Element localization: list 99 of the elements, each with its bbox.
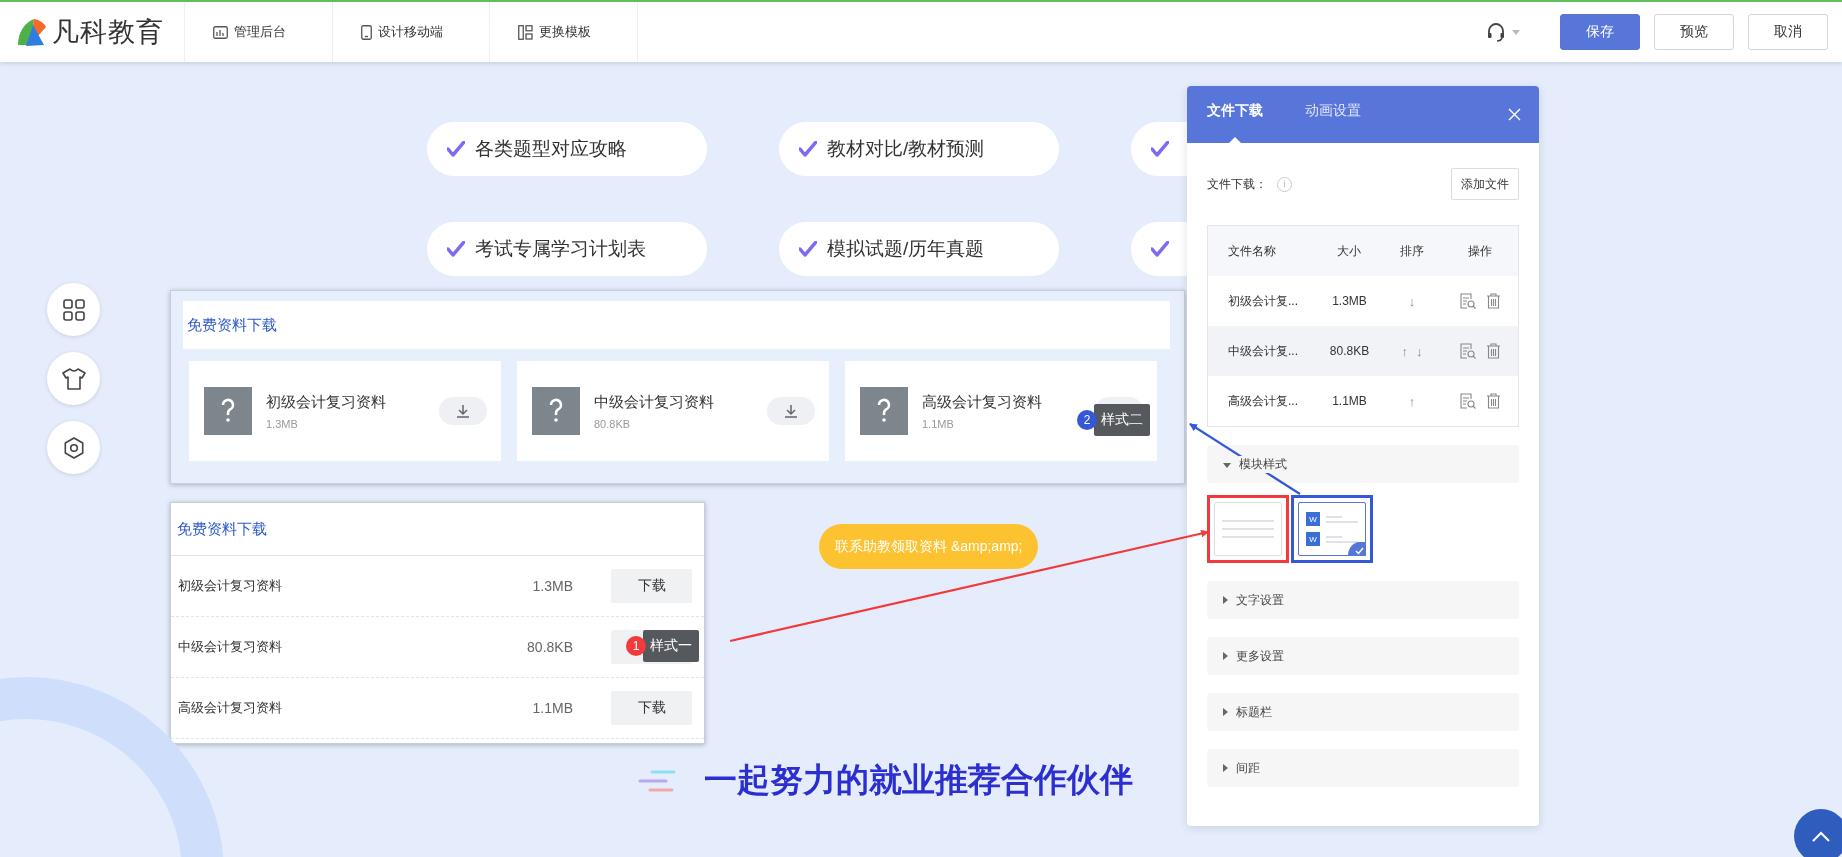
annotation-tooltip: 样式一 bbox=[643, 630, 699, 662]
column-header: 大小 bbox=[1318, 226, 1381, 276]
panel-tab[interactable]: 文件下载 bbox=[1207, 86, 1263, 143]
add-file-button[interactable]: 添加文件 bbox=[1451, 168, 1519, 200]
delete-icon[interactable] bbox=[1486, 293, 1501, 309]
check-icon bbox=[447, 141, 465, 157]
theme-button[interactable] bbox=[47, 352, 100, 405]
lines-decoration-icon bbox=[638, 769, 676, 792]
table-cell-text: 初级会计复... bbox=[1227, 292, 1299, 310]
preview-icon[interactable] bbox=[1460, 343, 1476, 359]
file-size: 80.8KB bbox=[594, 417, 632, 430]
nav-tab[interactable]: 设计移动端 bbox=[333, 2, 490, 62]
feature-text: 教材对比/教材预测 bbox=[827, 137, 985, 161]
feature-text: 模拟试题/历年真题 bbox=[827, 237, 985, 261]
sort-arrow[interactable]: ↑ bbox=[1408, 393, 1416, 409]
grid-icon bbox=[62, 298, 85, 321]
annotation-tooltip: 样式二 bbox=[1094, 404, 1150, 436]
settings-button[interactable] bbox=[47, 421, 100, 474]
table-row[interactable]: 中级会计复... 80.8KB ↑ ↓ bbox=[1208, 326, 1518, 376]
unknown-file-icon bbox=[860, 387, 908, 435]
file-size: 1.1MB bbox=[532, 700, 573, 716]
file-name: 高级会计复习资料 bbox=[178, 699, 283, 717]
download-button[interactable] bbox=[439, 397, 487, 425]
download-icon bbox=[456, 404, 470, 418]
file-size: 1.1MB bbox=[922, 417, 955, 430]
save-button[interactable]: 保存 bbox=[1560, 14, 1640, 50]
dropdown-caret-icon[interactable] bbox=[1512, 29, 1520, 35]
section-header[interactable]: 间距 bbox=[1207, 749, 1519, 787]
delete-icon[interactable] bbox=[1486, 343, 1501, 359]
check-icon bbox=[447, 241, 465, 257]
section-title: 间距 bbox=[1236, 759, 1260, 777]
unknown-file-icon bbox=[204, 387, 252, 435]
table-cell-text: 1.3MB bbox=[1331, 293, 1368, 310]
table-cell-text: 1.1MB bbox=[1331, 393, 1368, 410]
section-heading: 一起努力的就业推荐合作伙伴 bbox=[704, 760, 1133, 800]
section-title: 更多设置 bbox=[1236, 647, 1284, 665]
column-header: 操作 bbox=[1443, 226, 1518, 276]
table-row[interactable]: 初级会计复... 1.3MB ↓ bbox=[1208, 276, 1518, 326]
settings-icon bbox=[62, 436, 85, 459]
check-icon bbox=[799, 141, 817, 157]
feature-text: 各类题型对应攻略 bbox=[475, 137, 627, 161]
check-icon bbox=[1151, 141, 1169, 157]
delete-icon[interactable] bbox=[1486, 393, 1501, 409]
chart-icon bbox=[213, 25, 228, 39]
close-icon bbox=[1508, 108, 1521, 121]
headset-icon[interactable] bbox=[1486, 22, 1506, 42]
table-cell-text: 高级会计复... bbox=[1227, 392, 1299, 410]
nav-tab[interactable]: 管理后台 bbox=[185, 2, 333, 62]
selected-check-icon bbox=[1348, 542, 1366, 556]
file-name: 初级会计复习资料 bbox=[178, 577, 283, 595]
style-thumbnail[interactable] bbox=[1214, 502, 1282, 556]
section-header[interactable]: 更多设置 bbox=[1207, 637, 1519, 675]
check-icon bbox=[799, 241, 817, 257]
section-title: 文字设置 bbox=[1236, 591, 1284, 609]
module-title: 免费资料下载 bbox=[186, 315, 277, 335]
feature-text: 考试专属学习计划表 bbox=[475, 237, 646, 261]
table-row[interactable]: 高级会计复... 1.1MB ↑ bbox=[1208, 376, 1518, 426]
components-button[interactable] bbox=[47, 283, 100, 336]
section-header[interactable]: 标题栏 bbox=[1207, 693, 1519, 731]
file-size: 1.3MB bbox=[266, 417, 299, 430]
style-thumbnail[interactable]: W W bbox=[1298, 502, 1366, 556]
template-icon bbox=[518, 24, 533, 40]
file-name: 中级会计复习资料 bbox=[594, 392, 715, 412]
file-type-badge: W bbox=[1306, 512, 1320, 526]
section-header[interactable]: 模块样式 bbox=[1207, 445, 1519, 483]
logo-text: 凡科教育 bbox=[52, 16, 164, 49]
file-name: 高级会计复习资料 bbox=[922, 392, 1043, 412]
table-cell-text: 中级会计复... bbox=[1227, 342, 1299, 360]
file-name: 初级会计复习资料 bbox=[266, 392, 387, 412]
unknown-file-icon bbox=[532, 387, 580, 435]
file-type-badge: W bbox=[1306, 532, 1320, 546]
shirt-icon bbox=[61, 367, 86, 390]
download-button[interactable]: 下载 bbox=[611, 569, 692, 603]
nav-tab[interactable]: 更换模板 bbox=[490, 2, 638, 62]
file-name: 中级会计复习资料 bbox=[178, 638, 283, 656]
column-header: 排序 bbox=[1381, 226, 1443, 276]
section-title: 标题栏 bbox=[1236, 703, 1272, 721]
download-button[interactable] bbox=[767, 397, 815, 425]
header-button[interactable]: 预览 bbox=[1654, 14, 1734, 50]
field-label: 文件下载： bbox=[1207, 175, 1267, 193]
section-header[interactable]: 文字设置 bbox=[1207, 581, 1519, 619]
module-title: 免费资料下载 bbox=[176, 519, 267, 539]
file-size: 80.8KB bbox=[527, 639, 573, 655]
preview-icon[interactable] bbox=[1460, 393, 1476, 409]
file-size: 1.3MB bbox=[532, 578, 573, 594]
check-icon bbox=[1151, 241, 1169, 257]
column-header: 文件名称 bbox=[1208, 226, 1318, 276]
back-to-top-button[interactable] bbox=[1794, 809, 1842, 857]
close-button[interactable] bbox=[1508, 108, 1521, 121]
header-button[interactable]: 取消 bbox=[1748, 14, 1828, 50]
preview-icon[interactable] bbox=[1460, 293, 1476, 309]
panel-tab[interactable]: 动画设置 bbox=[1305, 86, 1361, 143]
phone-icon bbox=[361, 24, 372, 40]
download-icon bbox=[784, 404, 798, 418]
table-cell-text: 80.8KB bbox=[1328, 343, 1371, 360]
section-title: 模块样式 bbox=[1239, 455, 1287, 473]
download-button[interactable]: 下载 bbox=[611, 691, 692, 725]
chevron-up-icon bbox=[1812, 830, 1830, 842]
sort-arrow[interactable]: ↓ bbox=[1408, 293, 1416, 309]
